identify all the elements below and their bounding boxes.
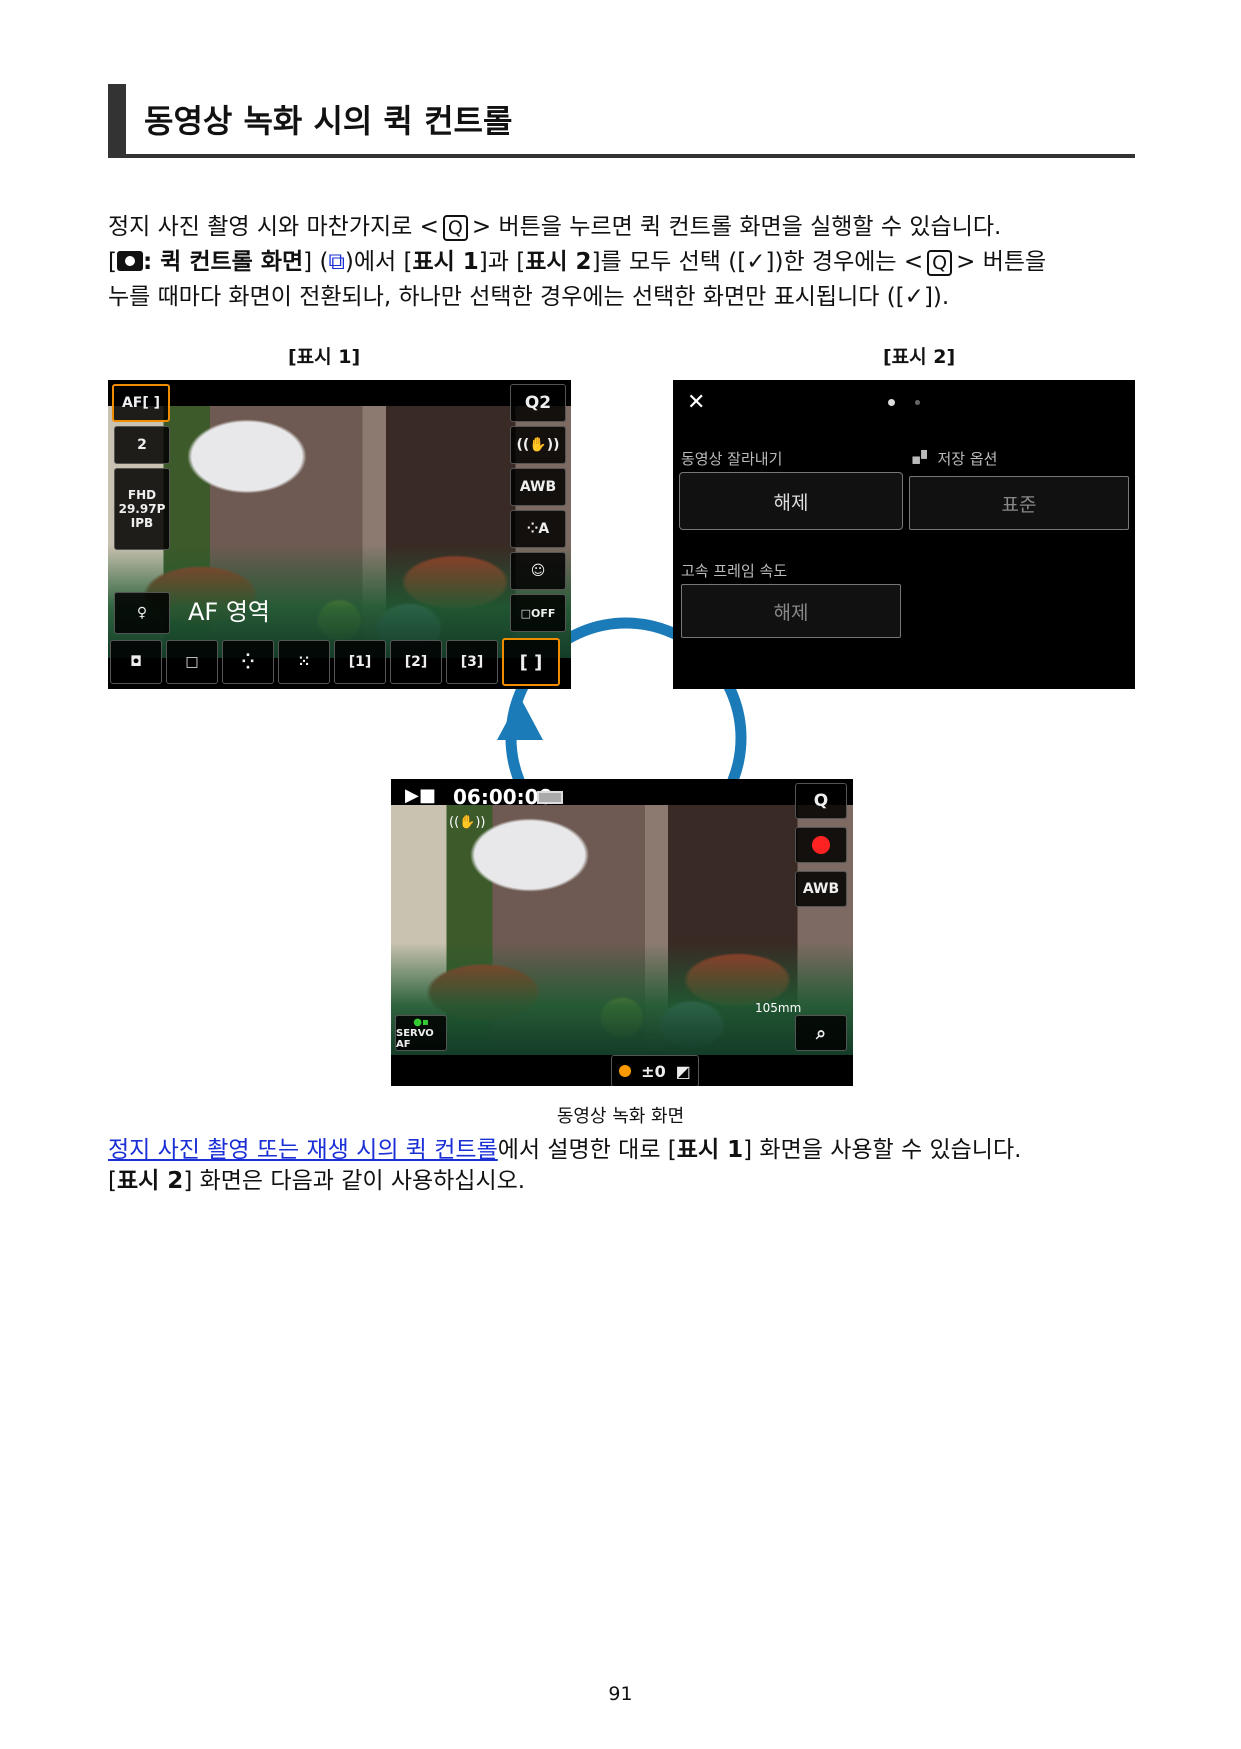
page-dot — [915, 400, 920, 405]
af-area-label: AF 영역 — [188, 598, 271, 626]
q-button[interactable]: Q — [795, 783, 847, 819]
save-option-button[interactable]: 표준 — [909, 476, 1129, 530]
movie-recording-screen: ▶■ 06:00:00 ((✋)) Q AWB 105mm ⌕ ●▪ SERVO … — [391, 779, 853, 1086]
touch-shutter-button[interactable]: □OFF — [510, 594, 566, 632]
af-area-icon-button[interactable]: ♀ — [114, 592, 170, 634]
movie-quality-button[interactable]: FHD 29.97P IPB — [114, 468, 170, 550]
high-frame-rate-button[interactable]: 해제 — [681, 584, 901, 638]
af-mode-button[interactable]: ●▪ SERVO AF — [395, 1015, 447, 1051]
record-button[interactable] — [795, 827, 847, 863]
movie-crop-label: 동영상 잘라내기 — [681, 450, 783, 468]
af-option-spot[interactable]: ◘ — [110, 640, 162, 684]
af-option-expand[interactable]: ⁛ — [222, 640, 274, 684]
movie-mode-icon: ▶■ — [405, 785, 436, 806]
exposure-comp-button[interactable]: ±0 ◩ — [611, 1055, 699, 1086]
exposure-icon: ◩ — [675, 1061, 691, 1081]
af-method-button[interactable]: AF[ ] — [112, 384, 170, 422]
movie-icon: ▪▘ — [911, 450, 938, 468]
af-option-flex2[interactable]: [2] — [390, 640, 442, 684]
close-icon[interactable]: ✕ — [687, 390, 705, 415]
af-option-1pt[interactable]: □ — [166, 640, 218, 684]
live-view-image — [391, 805, 853, 1055]
awb-button[interactable]: AWB — [795, 871, 847, 907]
battery-icon — [537, 791, 563, 804]
save-option-label: ▪▘ 저장 옵션 — [911, 450, 998, 468]
focal-length: 105mm — [755, 1001, 802, 1015]
card-slot-button[interactable]: 2 — [114, 426, 170, 464]
live-view-image — [108, 406, 571, 658]
servo-indicator-icon: ●▪ — [413, 1016, 429, 1028]
af-option-expand-surround[interactable]: ⁙ — [278, 640, 330, 684]
af-option-whole[interactable]: [ ] — [502, 638, 560, 686]
display1-screen: AF[ ] 2 FHD 29.97P IPB ♀ AF 영역 Q2 ((✋)) AW… — [108, 380, 571, 689]
af-option-flex3[interactable]: [3] — [446, 640, 498, 684]
af-option-flex1[interactable]: [1] — [334, 640, 386, 684]
q-page-button[interactable]: Q2 — [510, 384, 566, 422]
arrowhead-icon — [497, 697, 543, 740]
awb-button[interactable]: AWB — [510, 468, 566, 506]
record-icon — [812, 836, 830, 854]
movie-crop-button[interactable]: 해제 — [679, 472, 903, 530]
page-dot-active — [888, 399, 895, 406]
high-frame-rate-label: 고속 프레임 속도 — [681, 562, 788, 580]
zoom-icon[interactable]: ⌕ — [795, 1015, 847, 1051]
face-detect-button[interactable]: ☺ — [510, 552, 566, 590]
stabilizer-icon: ((✋)) — [449, 815, 486, 830]
picture-style-button[interactable]: ⁘A — [510, 510, 566, 548]
display2-screen: ✕ 동영상 잘라내기 해제 ▪▘ 저장 옵션 표준 고속 프레임 속도 해제 — [673, 380, 1135, 689]
manual-page: 동영상 녹화 시의 퀵 컨트롤 정지 사진 촬영 시와 마찬가지로 < Q > 버튼… — [0, 0, 1241, 1749]
metering-icon — [619, 1065, 632, 1077]
stabilizer-button[interactable]: ((✋)) — [510, 426, 566, 464]
